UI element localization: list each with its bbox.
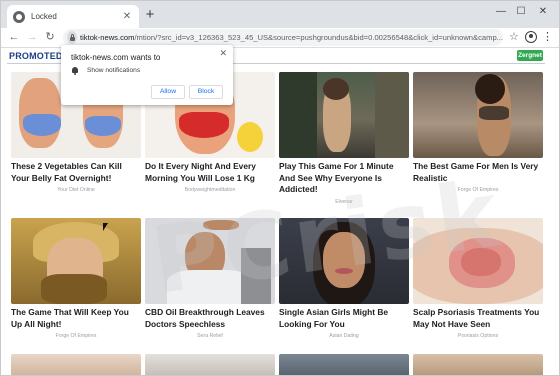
- ad-source: Forge Of Empires: [55, 333, 97, 339]
- forward-button[interactable]: →: [25, 30, 39, 44]
- tab-strip: Locked ✕ + — ☐ ✕: [1, 1, 559, 28]
- ad-thumbnail[interactable]: [279, 72, 409, 158]
- menu-icon[interactable]: ⋮: [542, 30, 553, 43]
- maximize-button[interactable]: ☐: [513, 6, 529, 17]
- notification-permission-dialog: tiktok-news.com wants to ✕ Show notifica…: [61, 45, 233, 105]
- ad-card[interactable]: The Best Game For Men Is Very Realistic …: [413, 72, 543, 193]
- ad-source: Forge Of Empires: [457, 187, 499, 193]
- ad-thumbnail[interactable]: [413, 72, 543, 158]
- url-path: /mtion/?src_id=v3_126363_523_45_US&sourc…: [134, 33, 503, 42]
- ad-headline[interactable]: Single Asian Girls Might Be Looking For …: [279, 307, 409, 330]
- allow-button[interactable]: Allow: [151, 85, 185, 99]
- ad-source: Sera Relief: [197, 333, 223, 339]
- ad-headline[interactable]: Do It Every Night And Every Morning You …: [145, 161, 275, 184]
- ad-headline[interactable]: CBD Oil Breakthrough Leaves Doctors Spee…: [145, 307, 275, 330]
- block-button[interactable]: Block: [189, 85, 223, 99]
- reload-button[interactable]: ↻: [43, 30, 57, 44]
- ad-card[interactable]: [11, 354, 141, 375]
- ad-source: Psoriasis Options: [457, 333, 499, 339]
- permission-text: Show notifications: [87, 67, 141, 74]
- brand-logo[interactable]: Zergnet: [517, 50, 543, 61]
- ad-headline[interactable]: The Game That Will Keep You Up All Night…: [11, 307, 141, 330]
- back-button[interactable]: ←: [7, 30, 21, 44]
- tab-close-icon[interactable]: ✕: [121, 11, 133, 22]
- ad-thumbnail[interactable]: [413, 218, 543, 304]
- tab-title: Locked: [31, 12, 57, 21]
- browser-tab[interactable]: Locked ✕: [7, 5, 139, 28]
- ad-card[interactable]: Play This Game For 1 Minute And See Why …: [279, 72, 409, 205]
- ad-headline[interactable]: Play This Game For 1 Minute And See Why …: [279, 161, 409, 196]
- bookmark-star-icon[interactable]: ☆: [509, 30, 519, 43]
- site-info-icon[interactable]: [67, 31, 77, 44]
- dialog-title: tiktok-news.com wants to: [71, 53, 161, 62]
- ad-card[interactable]: CBD Oil Breakthrough Leaves Doctors Spee…: [145, 218, 275, 339]
- ad-card[interactable]: [279, 354, 409, 375]
- ad-headline[interactable]: These 2 Vegetables Can Kill Your Belly F…: [11, 161, 141, 184]
- browser-window: Locked ✕ + — ☐ ✕ ← → ↻ tiktok-news.com/m…: [0, 0, 560, 376]
- ad-card[interactable]: [413, 354, 543, 375]
- ad-card[interactable]: The Game That Will Keep You Up All Night…: [11, 218, 141, 339]
- ad-thumbnail[interactable]: [279, 354, 409, 375]
- ad-thumbnail[interactable]: [279, 218, 409, 304]
- ad-card[interactable]: [145, 354, 275, 375]
- ad-card[interactable]: Scalp Psoriasis Treatments You May Not H…: [413, 218, 543, 339]
- ad-headline[interactable]: Scalp Psoriasis Treatments You May Not H…: [413, 307, 543, 330]
- bell-icon: [71, 67, 79, 75]
- new-tab-button[interactable]: +: [143, 7, 157, 22]
- ad-thumbnail[interactable]: [413, 354, 543, 375]
- ad-source: Elvenar: [335, 198, 353, 205]
- url-host: tiktok-news.com: [80, 33, 135, 42]
- ad-thumbnail[interactable]: [145, 218, 275, 304]
- account-icon[interactable]: [525, 31, 537, 43]
- window-close-button[interactable]: ✕: [535, 6, 551, 17]
- address-bar[interactable]: tiktok-news.com/mtion/?src_id=v3_126363_…: [63, 29, 503, 46]
- ad-thumbnail[interactable]: [11, 218, 141, 304]
- ad-source: Your Diet Online: [57, 187, 95, 193]
- ad-thumbnail[interactable]: [145, 354, 275, 375]
- ad-headline[interactable]: The Best Game For Men Is Very Realistic: [413, 161, 543, 184]
- ad-card[interactable]: Single Asian Girls Might Be Looking For …: [279, 218, 409, 339]
- ad-source: Asian Dating: [329, 333, 359, 339]
- ad-thumbnail[interactable]: [11, 354, 141, 375]
- ad-source: Bodyweightmeditation: [184, 187, 236, 193]
- minimize-button[interactable]: —: [493, 6, 509, 17]
- dialog-close-icon[interactable]: ✕: [219, 48, 227, 59]
- mouse-cursor-icon: [103, 223, 108, 231]
- globe-icon: [13, 10, 25, 23]
